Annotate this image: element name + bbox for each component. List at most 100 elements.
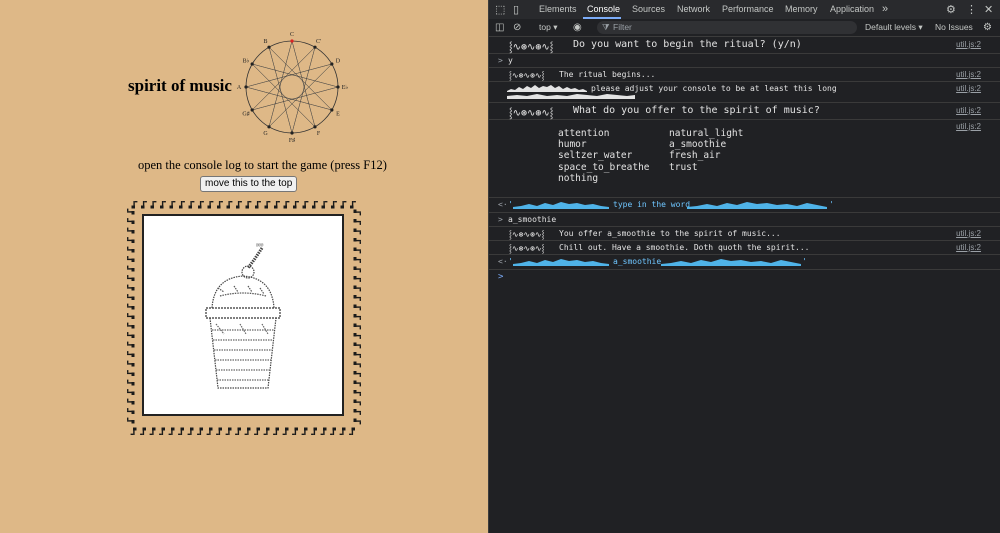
- tab-application[interactable]: Application: [830, 0, 874, 19]
- interval-line: [245, 86, 332, 111]
- inspect-element-icon[interactable]: ⬚: [495, 3, 505, 16]
- interval-line: [291, 40, 316, 127]
- waveform-right: [687, 202, 827, 209]
- note-marker: [267, 45, 271, 49]
- input-text: y: [508, 56, 513, 65]
- frame-note: [226, 201, 233, 209]
- instruction-text: open the console log to start the game (…: [138, 158, 387, 172]
- frame-note: [217, 201, 223, 209]
- frame-note: [353, 399, 361, 406]
- length-guide-bar: [507, 94, 635, 99]
- note-label: F♯: [289, 137, 295, 142]
- frame-note: [353, 380, 361, 387]
- message-text: please adjust your console to be at leas…: [591, 84, 837, 93]
- more-options-icon[interactable]: ⋮: [966, 3, 977, 16]
- console-message: ⸾∿⊛∿⊛∿⸾ The ritual begins... util.js:2: [489, 68, 1000, 82]
- note-label: A: [237, 85, 242, 91]
- live-expression-eye-icon[interactable]: ◉: [573, 19, 582, 36]
- source-link[interactable]: util.js:2: [956, 40, 981, 49]
- interval-line: [291, 47, 316, 134]
- frame-note: [353, 314, 361, 320]
- message-text: Chill out. Have a smoothie. Doth quoth t…: [559, 243, 810, 252]
- note-marker: [330, 62, 334, 66]
- frame-note: [198, 201, 204, 209]
- smoothie-ascii-art: @@@: [205, 242, 281, 389]
- note-marker: [313, 45, 317, 49]
- return-text: type in the word: [613, 200, 691, 209]
- frame-note: [169, 201, 176, 209]
- offer-option: fresh_air: [669, 150, 721, 162]
- settings-gear-icon[interactable]: ⚙: [946, 3, 956, 16]
- source-link[interactable]: util.js:2: [956, 122, 981, 131]
- note-label: D: [336, 59, 341, 65]
- frame-note: [255, 201, 261, 209]
- frame-note: [254, 427, 260, 435]
- frame-note: [235, 427, 241, 435]
- more-tabs-icon[interactable]: »: [882, 0, 888, 19]
- source-link[interactable]: util.js:2: [956, 106, 981, 115]
- source-link[interactable]: util.js:2: [956, 229, 981, 238]
- frame-note: [353, 209, 361, 216]
- frame-note: [274, 201, 280, 209]
- console-settings-gear-icon[interactable]: ⚙: [983, 19, 992, 36]
- tab-performance[interactable]: Performance: [722, 0, 774, 19]
- source-link[interactable]: util.js:2: [956, 70, 981, 79]
- frame-note: [150, 201, 157, 209]
- tab-memory[interactable]: Memory: [785, 0, 818, 19]
- frame-note: [179, 201, 185, 209]
- offer-option: attention: [558, 128, 610, 139]
- frame-note: [353, 219, 361, 225]
- tab-sources[interactable]: Sources: [632, 0, 665, 19]
- context-selector[interactable]: top ▾: [539, 19, 557, 36]
- filter-placeholder: Filter: [613, 22, 632, 32]
- clear-console-icon[interactable]: ⊘: [513, 19, 521, 36]
- issues-indicator[interactable]: No Issues: [935, 19, 973, 36]
- frame-note: [353, 266, 361, 273]
- frame-note: [131, 201, 138, 209]
- frame-note: [263, 427, 270, 435]
- filter-input[interactable]: [597, 21, 857, 34]
- message-text: What do you offer to the spirit of music…: [573, 105, 820, 116]
- interval-line: [252, 63, 316, 127]
- device-toolbar-icon[interactable]: ▯: [513, 3, 519, 16]
- close-icon[interactable]: ✕: [984, 3, 993, 16]
- frame-note: [273, 427, 279, 435]
- note-label: B♭: [243, 58, 250, 65]
- message-text: The ritual begins...: [559, 70, 656, 79]
- return-text: a_smoothie: [613, 257, 662, 266]
- source-link[interactable]: util.js:2: [956, 243, 981, 252]
- frame-note: [149, 427, 156, 435]
- frame-note: [353, 342, 361, 349]
- interval-line: [268, 47, 332, 111]
- frame-note: [187, 427, 194, 435]
- frame-note: [330, 427, 336, 435]
- tab-elements[interactable]: Elements: [539, 0, 577, 19]
- frame-note: [353, 247, 361, 254]
- frame-note: [160, 201, 166, 209]
- waveform-left: [513, 259, 609, 266]
- sidebar-toggle-icon[interactable]: ◫: [495, 19, 504, 36]
- frame-note: [350, 201, 356, 209]
- frame-note: [127, 351, 135, 357]
- frame-note: [353, 276, 361, 282]
- frame-note: [127, 408, 135, 414]
- result-arrow-icon: <·: [498, 200, 508, 209]
- frame-note: [127, 322, 135, 329]
- move-to-top-button[interactable]: move this to the top: [200, 176, 298, 192]
- prompt-chevron-icon: >: [498, 215, 503, 224]
- frame-note: [178, 427, 184, 435]
- note-marker: [250, 62, 254, 66]
- console-message: please adjust your console to be at leas…: [489, 82, 1000, 103]
- interval-line: [252, 63, 339, 88]
- source-link[interactable]: util.js:2: [956, 84, 981, 93]
- console-input-echo: > y: [489, 54, 1000, 68]
- prompt-caret-icon: >: [498, 272, 504, 282]
- frame-note: [353, 390, 361, 396]
- console-prompt[interactable]: >: [489, 270, 1000, 284]
- note-marker: [330, 108, 334, 112]
- frame-note: [245, 201, 252, 209]
- ornament-glyph: ⸾∿⊛∿⊛∿⸾: [509, 42, 554, 53]
- frame-note: [130, 427, 137, 435]
- log-levels-dropdown[interactable]: Default levels ▾: [865, 19, 923, 36]
- tab-network[interactable]: Network: [677, 0, 710, 19]
